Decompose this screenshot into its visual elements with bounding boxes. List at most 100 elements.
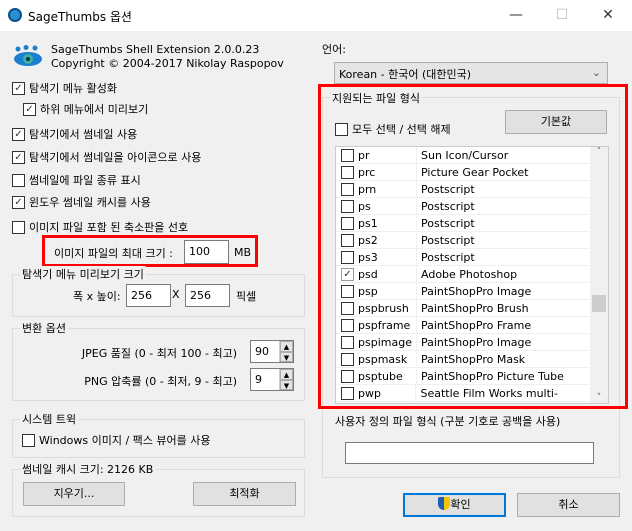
checkbox[interactable]: [12, 220, 25, 234]
checkbox[interactable]: [341, 182, 354, 196]
checkbox[interactable]: [341, 386, 354, 400]
app-name: SageThumbs Shell Extension 2.0.0.23: [51, 43, 260, 56]
format-row[interactable]: ps1 Postscript: [336, 215, 591, 232]
format-row[interactable]: psptube PaintShopPro Picture Tube: [336, 368, 591, 385]
optimize-cache-button[interactable]: 최적화: [193, 482, 296, 506]
format-row[interactable]: ✓ psd Adobe Photoshop: [336, 266, 591, 283]
format-description: PaintShopPro Frame: [421, 319, 532, 332]
checkbox[interactable]: [341, 165, 354, 179]
checkbox[interactable]: [341, 284, 354, 298]
checkbox[interactable]: [341, 233, 354, 247]
spin-down-icon[interactable]: ▼: [280, 379, 293, 390]
option-thumbnails-as-icons[interactable]: ✓ 탐색기에서 썸네일을 아이콘으로 사용: [12, 149, 201, 165]
checkbox[interactable]: [341, 148, 354, 162]
option-submenu-preview[interactable]: ✓ 하위 메뉴에서 미리보기: [23, 101, 148, 117]
option-thumbnails[interactable]: ✓ 탐색기에서 썸네일 사용: [12, 126, 137, 142]
checkbox[interactable]: [341, 318, 354, 332]
option-show-file-type[interactable]: 썸네일에 파일 종류 표시: [12, 172, 141, 188]
preview-size-label: 폭 x 높이:: [73, 290, 121, 303]
scroll-down-icon[interactable]: ˅: [590, 393, 608, 403]
jpeg-quality-spinner[interactable]: 90 ▲ ▼: [250, 340, 294, 363]
checkbox[interactable]: [341, 199, 354, 213]
format-row[interactable]: prn Postscript: [336, 181, 591, 198]
preview-unit: 픽셀: [236, 290, 257, 303]
format-row[interactable]: pspbrush PaintShopPro Brush: [336, 300, 591, 317]
preview-width-input[interactable]: 256: [126, 284, 171, 307]
checkbox[interactable]: [12, 173, 25, 187]
format-ext: psptube: [358, 369, 403, 383]
preview-height-input[interactable]: 256: [185, 284, 230, 307]
checkbox[interactable]: [335, 122, 348, 136]
format-row[interactable]: psp PaintShopPro Image: [336, 283, 591, 300]
png-compression-label: PNG 압축률 (0 - 최저, 9 - 최고): [84, 375, 237, 388]
formats-list[interactable]: pr Sun Icon/Cursor prc Picture Gear Pocket p…: [335, 146, 609, 404]
format-description: PaintShopPro Picture Tube: [421, 370, 564, 383]
checkbox[interactable]: [341, 335, 354, 349]
format-row[interactable]: prc Picture Gear Pocket: [336, 164, 591, 181]
format-row[interactable]: ps2 Postscript: [336, 232, 591, 249]
checkbox[interactable]: [22, 433, 35, 447]
format-row[interactable]: pspimage PaintShopPro Image: [336, 334, 591, 351]
option-windows-cache[interactable]: ✓ 윈도우 썸네일 캐시를 사용: [12, 194, 151, 210]
format-row[interactable]: pr Sun Icon/Cursor: [336, 147, 591, 164]
scroll-up-icon[interactable]: ˄: [590, 147, 608, 157]
shield-icon: [438, 497, 451, 510]
option-enable-menu[interactable]: ✓ 탐색기 메뉴 활성화: [12, 80, 117, 96]
checkbox[interactable]: ✓: [12, 81, 25, 95]
spin-up-icon[interactable]: ▲: [280, 341, 293, 352]
scroll-thumb[interactable]: [592, 295, 606, 312]
checkbox[interactable]: ✓: [12, 127, 25, 141]
select-all-checkbox[interactable]: 모두 선택 / 선택 해제: [335, 121, 451, 137]
format-description: Adobe Photoshop: [421, 268, 518, 281]
list-scrollbar[interactable]: ˄ ˅: [590, 147, 608, 403]
option-label: 이미지 파일 포함 된 축소판을 선호: [29, 221, 189, 234]
checkbox[interactable]: ✓: [12, 150, 25, 164]
png-compression-spinner[interactable]: 9 ▲ ▼: [250, 368, 294, 391]
max-size-input[interactable]: 100: [184, 240, 229, 264]
format-ext: ps: [358, 199, 371, 213]
format-row[interactable]: ps Postscript: [336, 198, 591, 215]
spin-down-icon[interactable]: ▼: [280, 351, 293, 362]
format-ext: prn: [358, 182, 377, 196]
option-label: 하위 메뉴에서 미리보기: [40, 103, 149, 116]
cancel-button[interactable]: 취소: [517, 493, 620, 517]
minimize-button[interactable]: —: [493, 0, 539, 31]
checkbox[interactable]: [341, 369, 354, 383]
format-description: Sun Icon/Cursor: [421, 149, 509, 162]
checkbox[interactable]: [341, 301, 354, 315]
format-row[interactable]: pspframe PaintShopPro Frame: [336, 317, 591, 334]
checkbox[interactable]: ✓: [12, 195, 25, 209]
format-row[interactable]: ps3 Postscript: [336, 249, 591, 266]
clear-cache-button[interactable]: 지우기...: [23, 482, 125, 506]
custom-formats-input[interactable]: [345, 442, 594, 464]
format-description: PaintShopPro Mask: [421, 353, 526, 366]
checkbox[interactable]: ✓: [341, 267, 354, 281]
ok-button[interactable]: 확인: [403, 493, 506, 517]
language-select[interactable]: Korean - 한국어 (대한민국) ⌄: [334, 62, 608, 84]
checkbox[interactable]: [341, 250, 354, 264]
format-ext: pspimage: [358, 335, 412, 349]
option-label: 탐색기에서 썸네일을 아이콘으로 사용: [29, 151, 202, 164]
format-ext: pwp: [358, 386, 381, 400]
format-ext: pspmask: [358, 352, 408, 366]
language-label: 언어:: [322, 43, 346, 56]
formats-title: 지원되는 파일 형식: [330, 90, 422, 106]
format-description: Postscript: [421, 200, 475, 213]
format-ext: pspbrush: [358, 301, 409, 315]
max-size-label: 이미지 파일의 최대 크기 :: [54, 247, 173, 260]
option-windows-viewer[interactable]: Windows 이미지 / 팩스 뷰어를 사용: [22, 432, 211, 448]
format-row[interactable]: pwp Seattle Film Works multi-image: [336, 385, 591, 402]
checkbox[interactable]: [341, 216, 354, 230]
cache-title: 썸네일 캐시 크기: 2126 KB: [20, 461, 156, 477]
maximize-button[interactable]: ☐: [539, 0, 585, 31]
spin-up-icon[interactable]: ▲: [280, 369, 293, 380]
checkbox[interactable]: ✓: [23, 102, 36, 116]
tweak-title: 시스템 트윅: [20, 411, 79, 427]
default-button[interactable]: 기본값: [505, 110, 607, 134]
format-ext: ps3: [358, 250, 378, 264]
close-button[interactable]: ✕: [585, 0, 631, 31]
checkbox[interactable]: [341, 352, 354, 366]
option-prefer-embedded[interactable]: 이미지 파일 포함 된 축소판을 선호: [12, 219, 188, 235]
format-row[interactable]: pspmask PaintShopPro Mask: [336, 351, 591, 368]
custom-formats-label: 사용자 정의 파일 형식 (구분 기호로 공백을 사용): [335, 415, 561, 428]
